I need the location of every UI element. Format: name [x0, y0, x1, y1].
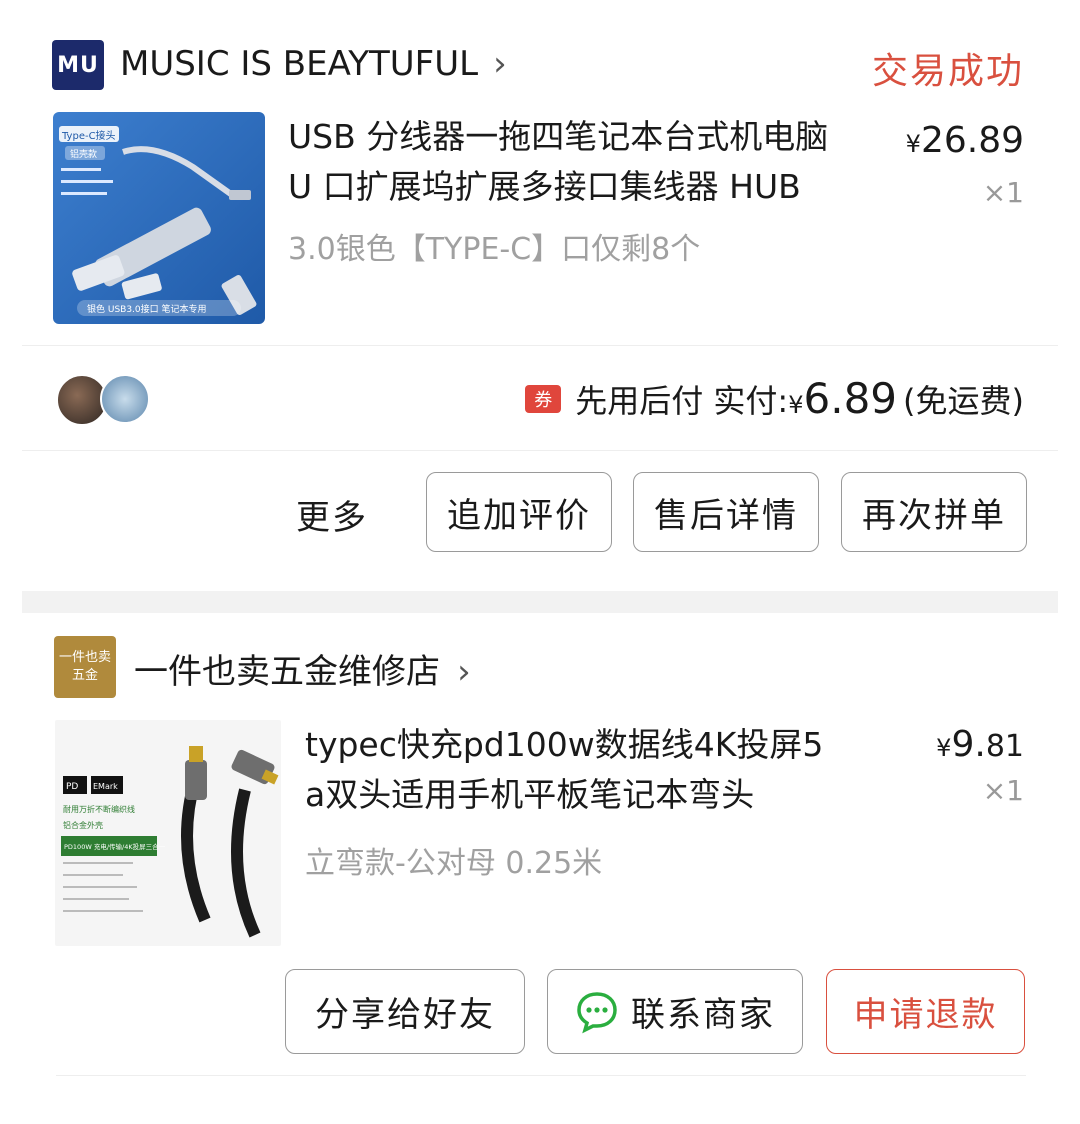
svg-text:铝壳款: 铝壳款: [70, 148, 97, 160]
svg-text:EMark: EMark: [93, 782, 118, 791]
product-title-line1: typec快充pd100w数据线4K投屏5: [305, 725, 824, 764]
svg-text:PD: PD: [66, 782, 78, 792]
svg-text:耐用万折不断编织线: 耐用万折不断编织线: [63, 804, 135, 814]
svg-text:PD100W 充电/传输/4K投屏三合一: PD100W 充电/传输/4K投屏三合一: [64, 842, 166, 851]
svg-text:银色 USB3.0接口 笔记本专用: 银色 USB3.0接口 笔记本专用: [87, 303, 207, 315]
divider: [56, 1075, 1026, 1076]
chevron-right-icon: ›: [493, 44, 507, 84]
reorder-button[interactable]: 再次拼单: [841, 472, 1027, 552]
product-title-line2: a双头适用手机平板笔记本弯头: [305, 775, 755, 814]
store-name[interactable]: MUSIC IS BEAYTUFUL: [120, 44, 478, 84]
divider: [22, 345, 1058, 346]
store-name[interactable]: 一件也卖五金维修店: [134, 652, 440, 692]
shipping-note: (免运费): [903, 381, 1024, 420]
divider: [22, 450, 1058, 451]
price-decimal: 81: [985, 729, 1024, 764]
svg-text:铝合金外壳: 铝合金外壳: [63, 820, 103, 830]
more-button[interactable]: 更多: [296, 490, 368, 539]
product-price: ¥9.81: [936, 724, 1024, 765]
product-price: ¥26.89: [906, 120, 1024, 161]
store-header[interactable]: 一件也卖五金维修店 ›: [134, 644, 471, 693]
store-header[interactable]: MUSIC IS BEAYTUFUL ›: [120, 44, 507, 84]
product-quantity: ×1: [982, 774, 1024, 807]
payment-amount: ¥6.89: [788, 374, 898, 423]
request-refund-button[interactable]: 申请退款: [826, 969, 1025, 1054]
order-status: 交易成功: [871, 51, 1024, 92]
section-separator: [22, 591, 1058, 613]
chat-bubble-icon: [575, 990, 619, 1034]
product-image[interactable]: PD EMark 耐用万折不断编织线 铝合金外壳 PD100W 充电/传输/4K…: [55, 720, 281, 946]
share-to-friend-button[interactable]: 分享给好友: [285, 969, 525, 1054]
product-title-line2: U 口扩展坞扩展多接口集线器 HUB: [288, 167, 801, 206]
product-quantity: ×1: [982, 176, 1024, 209]
product-spec: 立弯款-公对母 0.25米: [305, 846, 603, 881]
product-title[interactable]: USB 分线器一拖四笔记本台式机电脑 U 口扩展坞扩展多接口集线器 HUB: [288, 112, 888, 212]
add-review-button[interactable]: 追加评价: [426, 472, 612, 552]
image-badge: Type-C接头: [61, 129, 116, 142]
currency-symbol: ¥: [936, 734, 952, 762]
product-title-line1: USB 分线器一拖四笔记本台式机电脑: [288, 117, 829, 156]
price-value: 9.: [951, 724, 986, 765]
product-title[interactable]: typec快充pd100w数据线4K投屏5 a双头适用手机平板笔记本弯头: [305, 720, 905, 820]
payment-summary: 券 先用后付 实付: ¥6.89 (免运费): [525, 374, 1024, 423]
usb-hub-image: Type-C接头 铝壳款 银色 USB3.0接口 笔记本专用: [53, 112, 265, 324]
cable-image: PD EMark 耐用万折不断编织线 铝合金外壳 PD100W 充电/传输/4K…: [55, 720, 281, 946]
contact-seller-button[interactable]: 联系商家: [547, 969, 803, 1054]
store-logo[interactable]: 一件也卖 五金: [54, 636, 116, 698]
after-sale-details-button[interactable]: 售后详情: [633, 472, 819, 552]
currency-symbol: ¥: [905, 130, 921, 158]
contact-seller-label: 联系商家: [631, 995, 775, 1035]
payment-label: 先用后付 实付:: [575, 381, 789, 420]
coupon-badge: 券: [525, 384, 562, 413]
product-image[interactable]: Type-C接头 铝壳款 银色 USB3.0接口 笔记本专用: [53, 112, 265, 324]
chevron-right-icon: ›: [457, 652, 471, 692]
product-spec: 3.0银色【TYPE-C】口仅剩8个: [288, 232, 701, 267]
price-value: 26.89: [920, 120, 1024, 161]
store-logo[interactable]: MU: [52, 40, 104, 90]
avatar[interactable]: [100, 374, 150, 424]
